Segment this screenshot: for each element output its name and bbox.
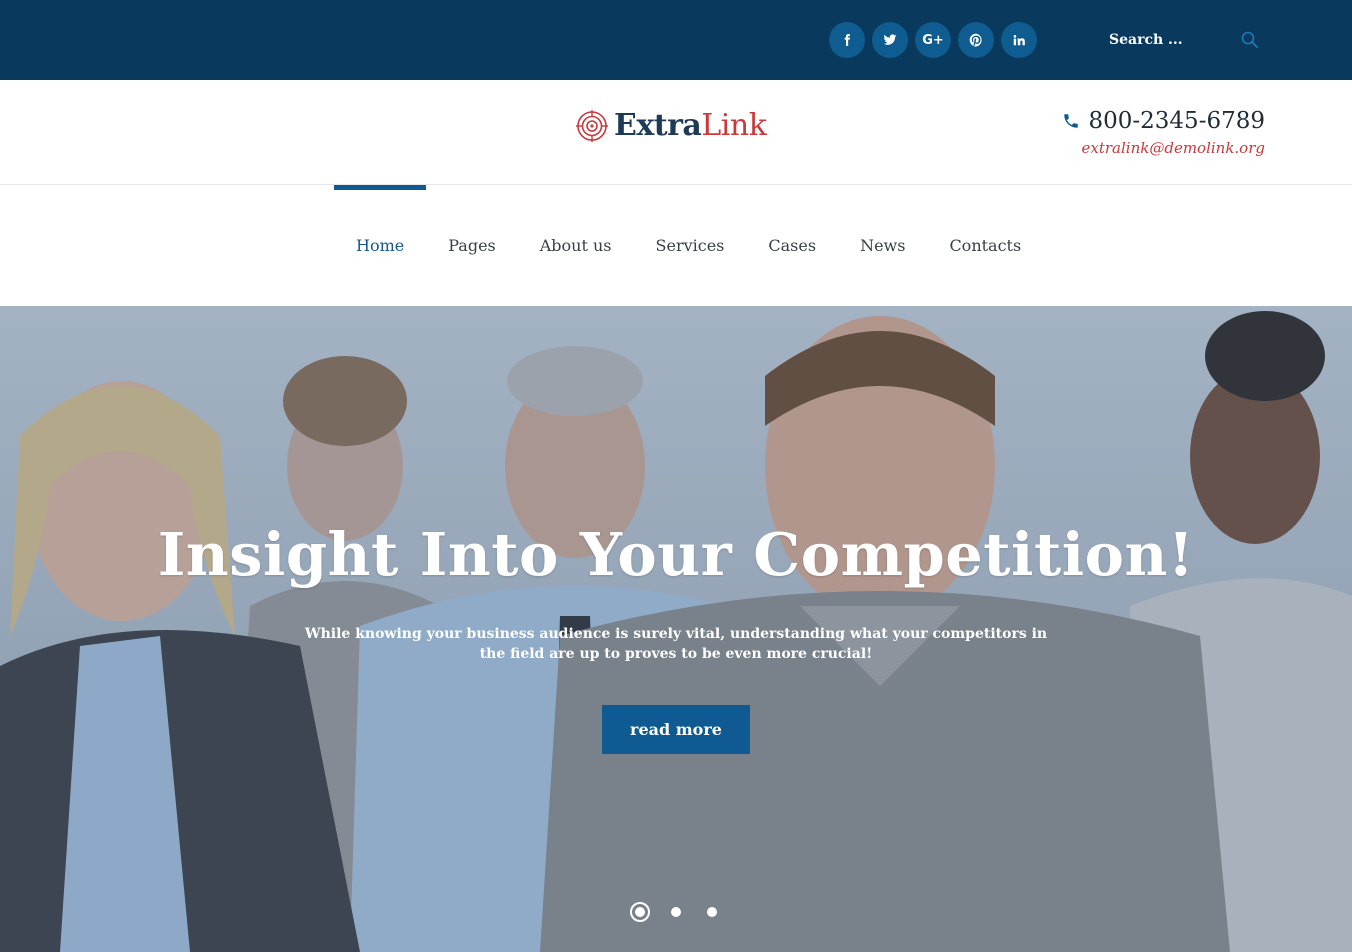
phone-icon (1064, 114, 1079, 128)
search-input[interactable] (1096, 24, 1236, 56)
read-more-button[interactable]: read more (602, 705, 750, 754)
pinterest-button[interactable] (958, 22, 994, 58)
google-plus-button[interactable]: G+ (915, 22, 951, 58)
nav-item-label: Cases (768, 236, 817, 255)
slider-dot-2[interactable] (671, 907, 681, 917)
nav-item-home[interactable]: Home (334, 185, 427, 306)
main-nav: Home Pages About us Services Cases News … (0, 185, 1352, 306)
pinterest-icon (969, 33, 982, 47)
nav-item-about-us[interactable]: About us (518, 185, 634, 306)
slider-pagination (630, 902, 743, 922)
nav-item-services[interactable]: Services (634, 185, 747, 306)
top-bar: G+ (0, 0, 1352, 80)
nav-item-label: News (860, 236, 906, 255)
nav-item-label: About us (539, 236, 612, 255)
twitter-button[interactable] (872, 22, 908, 58)
logo-text-link: Link (701, 108, 767, 143)
contact-info: 800-2345-6789 extralink@demolink.org (1062, 108, 1265, 157)
logo-text: ExtraLink (614, 108, 767, 143)
hero-title: Insight Into Your Competition! (157, 520, 1195, 589)
slider-dot-3[interactable] (707, 907, 717, 917)
slider-dot-1[interactable] (630, 902, 650, 922)
search-icon[interactable] (1240, 30, 1260, 50)
nav-item-pages[interactable]: Pages (426, 185, 518, 306)
hero-slider: Insight Into Your Competition! While kno… (0, 306, 1352, 952)
linkedin-icon (1013, 35, 1025, 46)
nav-item-contacts[interactable]: Contacts (927, 185, 1043, 306)
google-plus-icon: G+ (922, 32, 944, 48)
hero-description: While knowing your business audience is … (304, 626, 1048, 662)
nav-item-label: Services (655, 236, 725, 255)
nav-item-label: Contacts (949, 236, 1022, 255)
linkedin-button[interactable] (1001, 22, 1037, 58)
twitter-icon (883, 34, 897, 45)
nav-item-cases[interactable]: Cases (746, 185, 838, 306)
logo-text-extra: Extra (614, 108, 702, 143)
target-logo-icon (576, 109, 608, 142)
phone-number[interactable]: 800-2345-6789 (1088, 108, 1265, 134)
nav-item-label: Pages (448, 236, 496, 255)
social-links: G+ (829, 22, 1037, 58)
phone-row: 800-2345-6789 (1062, 108, 1265, 134)
logo[interactable]: ExtraLink (576, 108, 767, 143)
facebook-button[interactable] (829, 22, 865, 58)
facebook-icon (844, 34, 851, 46)
nav-item-label: Home (356, 236, 405, 255)
nav-item-news[interactable]: News (838, 185, 927, 306)
email-link[interactable]: extralink@demolink.org (1062, 139, 1265, 157)
search-box (1096, 24, 1266, 56)
site-header: ExtraLink 800-2345-6789 extralink@demoli… (0, 80, 1352, 185)
